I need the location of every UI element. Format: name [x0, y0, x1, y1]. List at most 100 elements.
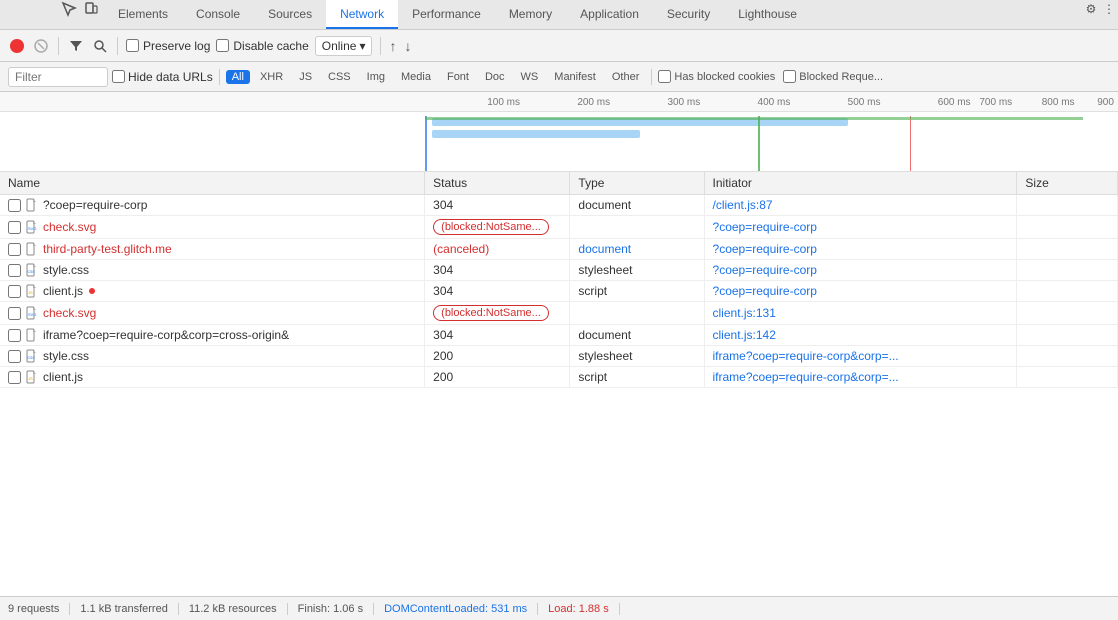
preserve-log-label: Preserve log	[143, 39, 210, 53]
initiator-link[interactable]: iframe?coep=require-corp&corp=...	[713, 370, 899, 384]
row-type: document	[570, 195, 704, 216]
disable-cache-input[interactable]	[216, 39, 229, 52]
row-type: script	[570, 281, 704, 302]
upload-icon[interactable]: ↑	[389, 38, 396, 54]
initiator-link[interactable]: ?coep=require-corp	[713, 263, 817, 277]
filter-type-manifest[interactable]: Manifest	[548, 70, 602, 84]
col-header-name[interactable]: Name	[0, 172, 425, 195]
import-export: ↑ ↓	[389, 38, 411, 54]
tick-300: 300 ms	[667, 97, 700, 108]
col-header-type[interactable]: Type	[570, 172, 704, 195]
row-initiator[interactable]: ?coep=require-corp	[704, 239, 1017, 260]
network-toolbar: Preserve log Disable cache Online ▾ ↑ ↓	[0, 30, 1118, 62]
filter-type-ws[interactable]: WS	[515, 70, 545, 84]
has-blocked-cookies[interactable]: Has blocked cookies	[658, 70, 775, 83]
initiator-link[interactable]: client.js:131	[713, 306, 776, 320]
hide-data-urls-checkbox[interactable]: Hide data URLs	[112, 70, 213, 84]
row-name: check.svg	[43, 306, 96, 320]
timeline-container: 100 ms 200 ms 300 ms 400 ms 500 ms 600 m…	[0, 92, 1118, 172]
table-row[interactable]: third-party-test.glitch.me(canceled)docu…	[0, 239, 1118, 260]
tab-lighthouse[interactable]: Lighthouse	[724, 0, 811, 29]
table-row[interactable]: JSclient.js304script?coep=require-corp	[0, 281, 1118, 302]
has-blocked-input[interactable]	[658, 70, 671, 83]
settings-icon[interactable]: ⚙	[1082, 0, 1100, 18]
filter-type-css[interactable]: CSS	[322, 70, 357, 84]
row-checkbox[interactable]	[8, 243, 21, 256]
row-initiator[interactable]: /client.js:87	[704, 195, 1017, 216]
record-button[interactable]	[8, 37, 26, 55]
tab-network[interactable]: Network	[326, 0, 398, 29]
filter-bar: Hide data URLs All XHR JS CSS Img Media …	[0, 62, 1118, 92]
row-initiator[interactable]: client.js:142	[704, 325, 1017, 346]
initiator-link[interactable]: /client.js:87	[713, 198, 773, 212]
blocked-requests[interactable]: Blocked Reque...	[783, 70, 883, 83]
row-checkbox[interactable]	[8, 307, 21, 320]
throttle-select[interactable]: Online ▾	[315, 36, 373, 56]
row-initiator[interactable]: ?coep=require-corp	[704, 281, 1017, 302]
row-checkbox[interactable]	[8, 285, 21, 298]
row-initiator[interactable]: client.js:131	[704, 302, 1017, 325]
tab-console[interactable]: Console	[182, 0, 254, 29]
row-initiator[interactable]: iframe?coep=require-corp&corp=...	[704, 346, 1017, 367]
col-header-status[interactable]: Status	[425, 172, 570, 195]
table-row[interactable]: SVGcheck.svg(blocked:NotSame...client.js…	[0, 302, 1118, 325]
table-container[interactable]: Name Status Type Initiator Size ?coep=re…	[0, 172, 1118, 596]
filter-type-other[interactable]: Other	[606, 70, 646, 84]
initiator-link[interactable]: client.js:142	[713, 328, 776, 342]
row-name: third-party-test.glitch.me	[43, 242, 172, 256]
row-name: iframe?coep=require-corp&corp=cross-orig…	[43, 328, 289, 342]
tab-sources[interactable]: Sources	[254, 0, 326, 29]
tab-performance[interactable]: Performance	[398, 0, 495, 29]
tab-application[interactable]: Application	[566, 0, 653, 29]
row-initiator[interactable]: ?coep=require-corp	[704, 216, 1017, 239]
table-row[interactable]: iframe?coep=require-corp&corp=cross-orig…	[0, 325, 1118, 346]
col-header-size[interactable]: Size	[1017, 172, 1118, 195]
row-type: script	[570, 367, 704, 388]
table-row[interactable]: CSSstyle.css304stylesheet?coep=require-c…	[0, 260, 1118, 281]
preserve-log-checkbox[interactable]: Preserve log	[126, 39, 210, 53]
file-icon	[25, 328, 39, 342]
filter-type-js[interactable]: JS	[293, 70, 318, 84]
hide-data-urls-input[interactable]	[112, 70, 125, 83]
initiator-link[interactable]: iframe?coep=require-corp&corp=...	[713, 349, 899, 363]
table-row[interactable]: JSclient.js200scriptiframe?coep=require-…	[0, 367, 1118, 388]
filter-input[interactable]	[8, 67, 108, 87]
filter-type-img[interactable]: Img	[361, 70, 391, 84]
requests-count: 9 requests	[8, 603, 70, 615]
blocked-req-input[interactable]	[783, 70, 796, 83]
initiator-link[interactable]: ?coep=require-corp	[713, 242, 817, 256]
more-icon[interactable]: ⋮	[1100, 0, 1118, 18]
row-checkbox[interactable]	[8, 350, 21, 363]
search-icon[interactable]	[91, 37, 109, 55]
initiator-link[interactable]: ?coep=require-corp	[713, 220, 817, 234]
row-checkbox[interactable]	[8, 329, 21, 342]
preserve-log-input[interactable]	[126, 39, 139, 52]
table-row[interactable]: SVGcheck.svg(blocked:NotSame...?coep=req…	[0, 216, 1118, 239]
row-checkbox[interactable]	[8, 264, 21, 277]
tab-elements[interactable]: Elements	[104, 0, 182, 29]
filter-type-doc[interactable]: Doc	[479, 70, 511, 84]
filter-type-xhr[interactable]: XHR	[254, 70, 289, 84]
initiator-link[interactable]: ?coep=require-corp	[713, 284, 817, 298]
row-checkbox[interactable]	[8, 221, 21, 234]
filter-type-media[interactable]: Media	[395, 70, 437, 84]
row-type: stylesheet	[570, 260, 704, 281]
filter-icon[interactable]	[67, 37, 85, 55]
row-checkbox[interactable]	[8, 371, 21, 384]
inspect-icon[interactable]	[60, 0, 78, 18]
svg-text:JS: JS	[28, 376, 33, 381]
row-checkbox[interactable]	[8, 199, 21, 212]
download-icon[interactable]: ↓	[404, 38, 411, 54]
col-header-initiator[interactable]: Initiator	[704, 172, 1017, 195]
disable-cache-checkbox[interactable]: Disable cache	[216, 39, 308, 53]
table-row[interactable]: ?coep=require-corp304document/client.js:…	[0, 195, 1118, 216]
table-row[interactable]: CSSstyle.css200stylesheetiframe?coep=req…	[0, 346, 1118, 367]
filter-type-all[interactable]: All	[226, 70, 250, 84]
tab-security[interactable]: Security	[653, 0, 724, 29]
filter-type-font[interactable]: Font	[441, 70, 475, 84]
row-initiator[interactable]: ?coep=require-corp	[704, 260, 1017, 281]
tab-memory[interactable]: Memory	[495, 0, 566, 29]
clear-button[interactable]	[32, 37, 50, 55]
row-initiator[interactable]: iframe?coep=require-corp&corp=...	[704, 367, 1017, 388]
device-toggle-icon[interactable]	[82, 0, 100, 18]
